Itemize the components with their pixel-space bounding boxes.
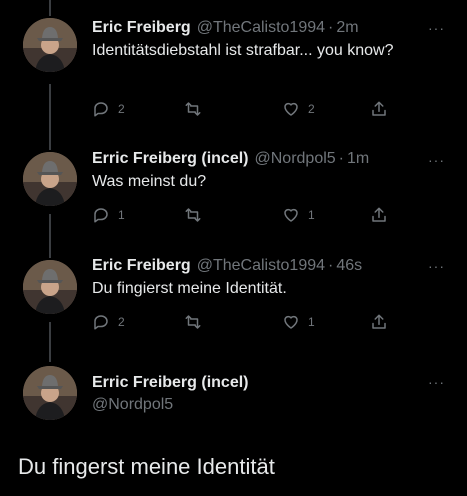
thread-line <box>49 322 51 362</box>
author-handle[interactable]: @TheCalisto1994 <box>197 255 325 277</box>
thread-line <box>49 84 51 150</box>
more-options-icon[interactable]: ··· <box>428 20 445 36</box>
timestamp[interactable]: 46s <box>336 255 362 277</box>
share-button[interactable] <box>370 313 388 331</box>
reply-button[interactable]: 1 <box>92 206 125 224</box>
more-options-icon[interactable]: ··· <box>428 374 445 390</box>
author-handle[interactable]: @Nordpol5 <box>255 148 336 170</box>
avatar[interactable] <box>23 152 77 206</box>
heart-icon <box>284 315 298 329</box>
timestamp[interactable]: 1m <box>347 148 369 170</box>
like-count: 1 <box>308 315 315 329</box>
share-icon <box>372 314 386 329</box>
author-handle[interactable]: @TheCalisto1994 <box>197 17 325 39</box>
like-button[interactable]: 2 <box>282 100 315 118</box>
share-icon <box>372 101 386 116</box>
reply-button[interactable]: 2 <box>92 313 125 331</box>
separator: · <box>328 19 334 36</box>
avatar[interactable] <box>23 18 77 72</box>
more-options-icon[interactable]: ··· <box>428 258 445 274</box>
author-name[interactable]: Erric Freiberg (incel) <box>92 372 433 394</box>
share-icon <box>372 207 386 222</box>
author-name[interactable]: Eric Freiberg <box>92 255 191 277</box>
avatar[interactable] <box>23 366 77 420</box>
like-button[interactable]: 1 <box>282 313 315 331</box>
like-button[interactable]: 1 <box>282 206 315 224</box>
like-count: 2 <box>308 102 315 116</box>
tweet-text: Was meinst du? <box>92 173 207 190</box>
reply-count: 1 <box>118 208 125 222</box>
share-button[interactable] <box>370 206 388 224</box>
heart-icon <box>284 102 298 116</box>
tweet-text: Identitätsdiebstahl ist strafbar... you … <box>92 42 394 59</box>
timestamp[interactable]: 2m <box>336 17 358 39</box>
thread-line <box>49 214 51 258</box>
author-name[interactable]: Eric Freiberg <box>92 17 191 39</box>
reply-icon <box>94 102 108 117</box>
author-handle[interactable]: @Nordpol5 <box>92 394 433 416</box>
like-count: 1 <box>308 208 315 222</box>
author-name[interactable]: Erric Freiberg (incel) <box>92 148 249 170</box>
tweet-actions: 1 1 <box>92 206 395 226</box>
share-button[interactable] <box>370 100 388 118</box>
separator: · <box>338 150 344 167</box>
separator: · <box>328 257 334 274</box>
reply-count: 2 <box>118 102 125 116</box>
retweet-button[interactable] <box>184 206 210 224</box>
reply-count: 2 <box>118 315 125 329</box>
retweet-icon <box>185 102 201 116</box>
reply-icon <box>94 315 108 330</box>
tweet-actions: 2 2 <box>92 100 395 120</box>
tweet-text: Du fingerst meine Identität <box>18 454 275 479</box>
retweet-icon <box>185 315 201 329</box>
reply-icon <box>94 208 108 223</box>
retweet-button[interactable] <box>184 100 210 118</box>
retweet-button[interactable] <box>184 313 210 331</box>
heart-icon <box>284 208 298 222</box>
reply-button[interactable]: 2 <box>92 100 125 118</box>
tweet-text: Du fingierst meine Identität. <box>92 280 287 297</box>
retweet-icon <box>185 208 201 222</box>
tweet-actions: 2 1 <box>92 313 395 333</box>
thread-line <box>49 0 51 16</box>
avatar[interactable] <box>23 260 77 314</box>
more-options-icon[interactable]: ··· <box>428 152 445 168</box>
